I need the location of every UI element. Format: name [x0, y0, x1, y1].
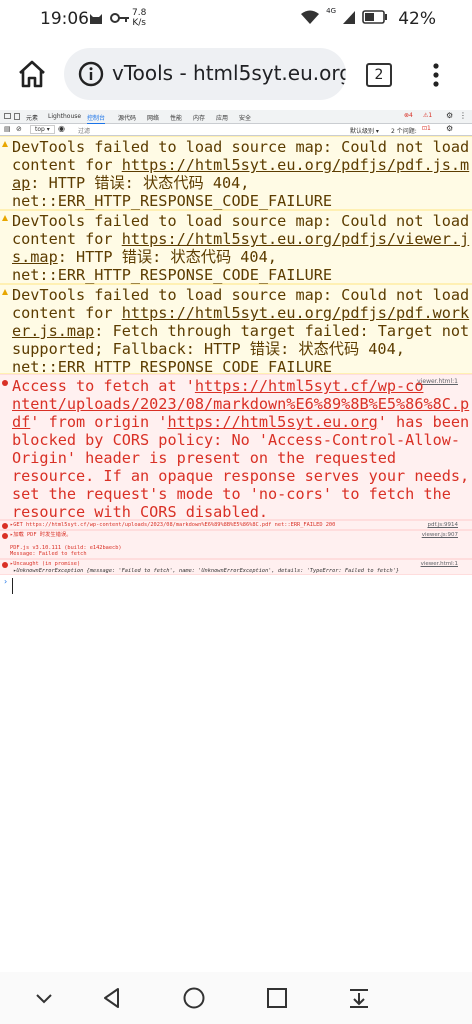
- warning-icon: [2, 289, 8, 295]
- battery-percent: 42%: [398, 9, 436, 29]
- console-settings-icon[interactable]: ⚙: [446, 124, 453, 133]
- source-map-link[interactable]: https://html5syt.eu.org/pdfjs/pdf.js.m: [122, 156, 469, 174]
- warning-text: DevTools failed to load source map: Coul…: [12, 138, 470, 210]
- console-toolbar: ▤ ⊘ top ▾ ◉ 过滤 默认级别 ▾ 2 个问题: ⊡1 ⚙: [0, 124, 472, 136]
- chevron-down-icon[interactable]: [32, 986, 56, 1010]
- battery-icon: [362, 10, 387, 24]
- source-map-link-cont[interactable]: s.map: [12, 248, 58, 266]
- context-select[interactable]: top ▾: [30, 125, 55, 134]
- notification-icons: [88, 10, 130, 26]
- home-nav-icon[interactable]: [182, 986, 206, 1010]
- fetch-url-link-end[interactable]: df: [12, 413, 30, 431]
- more-menu-icon[interactable]: [426, 62, 446, 88]
- settings-icon[interactable]: ⚙: [446, 111, 453, 120]
- warning-text: DevTools failed to load source map: Coul…: [12, 286, 470, 376]
- console-warning: DevTools failed to load source map: Coul…: [0, 210, 472, 284]
- home-icon[interactable]: [16, 58, 48, 90]
- source-map-link-cont[interactable]: er.js.map: [12, 322, 94, 340]
- info-icon[interactable]: [78, 61, 104, 87]
- url-bar[interactable]: vTools - html5syt.eu.org: [64, 48, 346, 100]
- network-speed: 7.8 K/s: [132, 8, 146, 28]
- url-text[interactable]: vTools - html5syt.eu.org: [112, 61, 346, 85]
- error-text: Access to fetch at 'https://html5syt.cf/…: [12, 377, 470, 521]
- key-icon: [110, 13, 129, 23]
- speed-unit: K/s: [132, 18, 146, 28]
- source-link[interactable]: viewer.html:1: [421, 561, 458, 567]
- warning-badge[interactable]: ⚠1: [423, 112, 432, 119]
- source-link[interactable]: viewer.js:907: [422, 532, 458, 538]
- console-error: viewer.html:1 Access to fetch at 'https:…: [0, 374, 472, 521]
- source-map-link[interactable]: https://html5syt.eu.org/pdfjs/pdf.work: [122, 304, 469, 322]
- warning-icon: [2, 215, 8, 221]
- error-text[interactable]: ▸GET https://html5syt.cf/wp-content/uplo…: [10, 522, 335, 529]
- error-title[interactable]: ▸Uncaught (in promise): [10, 561, 80, 568]
- tab-switcher-button[interactable]: 2: [366, 63, 392, 87]
- source-link[interactable]: pdf.js:9914: [427, 522, 458, 528]
- speed-value: 7.8: [132, 8, 147, 18]
- eye-icon[interactable]: ◉: [58, 124, 65, 133]
- error-icon: [2, 533, 8, 539]
- tab-security[interactable]: 安全: [239, 113, 251, 122]
- wifi-icon: [301, 10, 320, 24]
- devtools-tab-bar: 元素 Lighthouse 控制台 源代码 网络 性能 内存 应用 安全 ⊗4 …: [0, 110, 472, 124]
- issues-badge[interactable]: ⊡1: [422, 125, 431, 132]
- signal-area: 4G: [300, 7, 388, 25]
- origin-link[interactable]: https://html5syt.eu.org: [167, 413, 377, 431]
- tab-performance[interactable]: 性能: [170, 113, 182, 122]
- tab-lighthouse[interactable]: Lighthouse: [48, 113, 81, 120]
- fetch-url-link-cont[interactable]: ntent/uploads/2023/08/markdown%E6%89%8B%…: [12, 395, 469, 413]
- device-icon[interactable]: [14, 113, 20, 120]
- system-nav-bar: [0, 972, 472, 1024]
- console-warning: DevTools failed to load source map: Coul…: [0, 136, 472, 210]
- browser-toolbar: vTools - html5syt.eu.org 2: [0, 40, 472, 108]
- status-bar: 19:06 7.8 K/s 4G 42%: [0, 0, 472, 38]
- tab-memory[interactable]: 内存: [193, 113, 205, 122]
- tab-sources[interactable]: 源代码: [118, 113, 136, 122]
- filter-input[interactable]: 过滤: [78, 126, 90, 135]
- error-detail-message: Message: Failed to fetch: [10, 551, 87, 557]
- error-icon: [2, 380, 8, 386]
- console-error: ▸Uncaught (in promise) viewer.html:1 ▸Un…: [0, 559, 472, 575]
- source-map-link-cont[interactable]: ap: [12, 174, 30, 192]
- inspect-icon[interactable]: [4, 113, 12, 120]
- tab-application[interactable]: 应用: [216, 113, 228, 122]
- console-prompt-icon: ›: [4, 577, 8, 586]
- tab-elements[interactable]: 元素: [26, 113, 38, 122]
- console-error: ▸GET https://html5syt.cf/wp-content/uplo…: [0, 520, 472, 530]
- error-icon: [2, 562, 8, 568]
- cat-icon: [90, 14, 102, 24]
- more-options-icon[interactable]: ⋮: [459, 111, 467, 120]
- console-input[interactable]: [12, 578, 13, 594]
- issues-link[interactable]: 2 个问题:: [391, 126, 417, 135]
- clear-console-icon[interactable]: ⊘: [16, 125, 22, 133]
- level-select[interactable]: 默认级别 ▾: [350, 126, 379, 135]
- exception-object[interactable]: ▸UnknownErrorException {message: 'Failed…: [10, 568, 399, 575]
- clock: 19:06: [40, 9, 89, 29]
- tab-network[interactable]: 网络: [147, 113, 159, 122]
- back-icon[interactable]: [100, 986, 124, 1010]
- warning-icon: [2, 141, 8, 147]
- fetch-url-link[interactable]: https://html5syt.cf/wp-co: [195, 377, 424, 395]
- console-error: ▸加载 PDF 时发生错误。 viewer.js:907 PDF.js v3.1…: [0, 530, 472, 559]
- error-icon: [2, 523, 8, 529]
- source-map-link[interactable]: https://html5syt.eu.org/pdfjs/viewer.j: [122, 230, 469, 248]
- network-type: 4G: [326, 7, 336, 15]
- notification-pull-icon[interactable]: [347, 986, 371, 1010]
- console-warning: DevTools failed to load source map: Coul…: [0, 284, 472, 376]
- error-title[interactable]: ▸加载 PDF 时发生错误。: [10, 532, 72, 539]
- cell-signal-icon: [343, 11, 355, 24]
- recents-icon[interactable]: [265, 986, 289, 1010]
- sidebar-toggle-icon[interactable]: ▤: [4, 125, 11, 133]
- warning-text: DevTools failed to load source map: Coul…: [12, 212, 470, 284]
- tab-console[interactable]: 控制台: [87, 113, 106, 124]
- error-badge[interactable]: ⊗4: [404, 112, 413, 119]
